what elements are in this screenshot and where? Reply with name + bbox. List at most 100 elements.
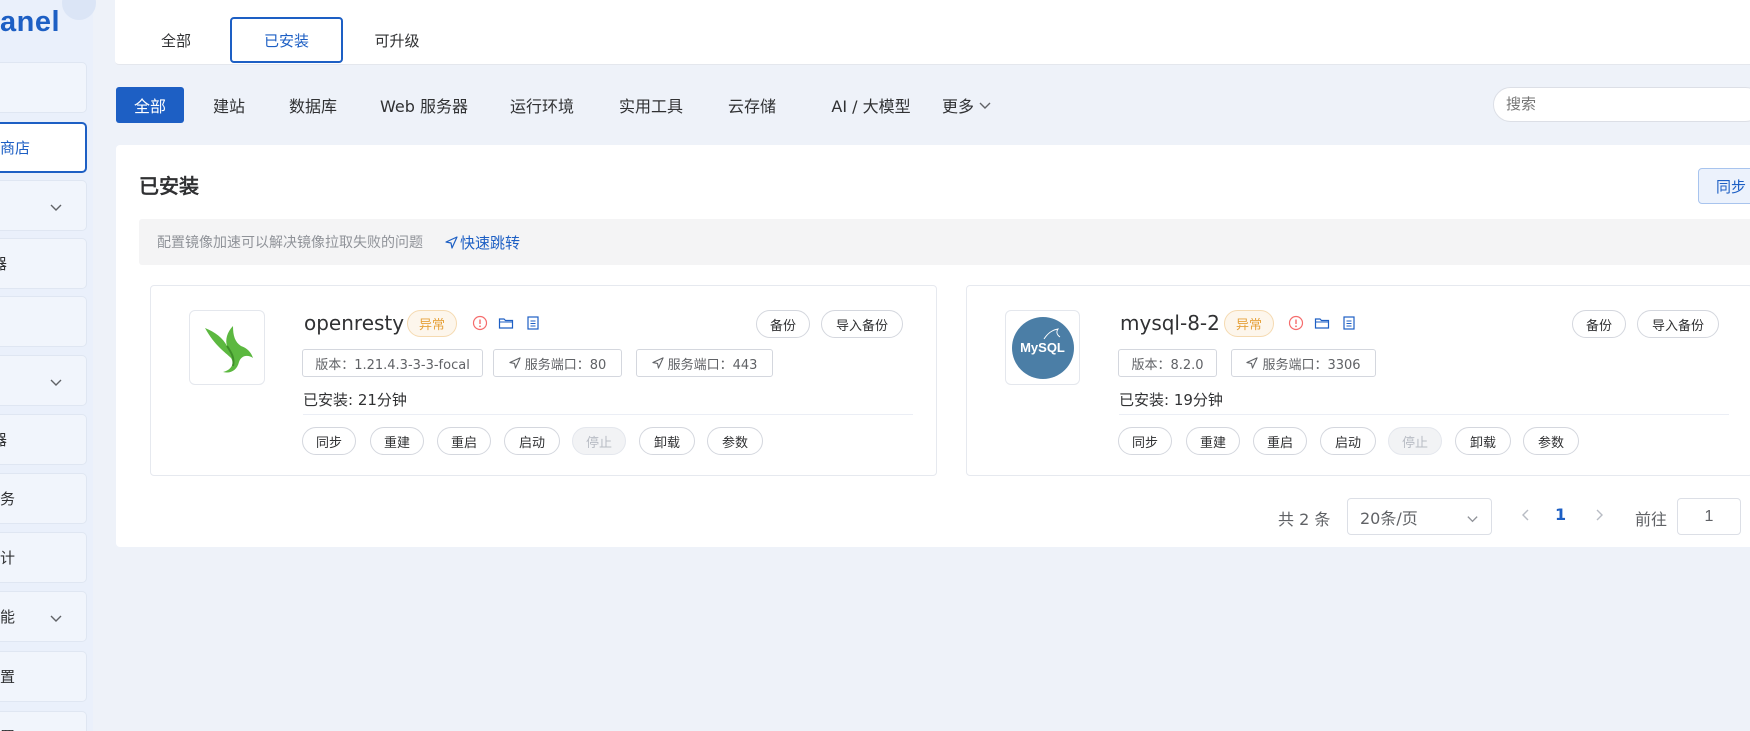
page-title: 已安装 bbox=[139, 174, 199, 198]
document-icon[interactable] bbox=[1341, 315, 1357, 331]
sidebar-item-label: 置 bbox=[0, 668, 16, 686]
quick-jump-label: 快速跳转 bbox=[460, 233, 521, 252]
divider bbox=[1119, 414, 1729, 415]
sidebar-item-3[interactable]: 器 bbox=[0, 238, 87, 289]
rebuild-button[interactable]: 重建 bbox=[1186, 427, 1240, 455]
logo-decoration bbox=[62, 0, 96, 20]
sidebar-item-cron[interactable]: 计 bbox=[0, 532, 87, 583]
sync-button[interactable]: 同步 bbox=[302, 427, 356, 455]
params-button[interactable]: 参数 bbox=[1523, 427, 1579, 455]
mysql-logo: MySQL bbox=[1005, 310, 1080, 385]
mysql-logo-text: MySQL bbox=[1020, 340, 1065, 355]
navigation-icon bbox=[445, 235, 458, 249]
chevron-down-icon bbox=[50, 615, 62, 622]
sidebar-item-label: 置 bbox=[0, 726, 15, 731]
folder-icon[interactable] bbox=[1314, 315, 1330, 331]
category-more[interactable]: 更多 bbox=[942, 87, 1000, 123]
tab-installed[interactable]: 已安装 bbox=[230, 17, 343, 63]
port-label: 服务端口：80 bbox=[524, 357, 607, 373]
category-website[interactable]: 建站 bbox=[203, 87, 255, 123]
app-card-openresty: openresty 异常 备份 导入备份 版本：1.21.4.3-3-3-foc… bbox=[150, 285, 937, 476]
tab-all[interactable]: 全部 bbox=[134, 17, 218, 63]
sidebar-item-label: 计 bbox=[0, 549, 16, 567]
pagination-total: 共 2 条 bbox=[1278, 510, 1331, 529]
app-name: mysql-8-2 bbox=[1120, 311, 1220, 335]
chevron-down-icon bbox=[1467, 516, 1478, 523]
stop-button[interactable]: 停止 bbox=[1388, 427, 1442, 455]
page-size-select[interactable]: 20条/页 bbox=[1347, 498, 1492, 535]
category-database[interactable]: 数据库 bbox=[283, 87, 343, 123]
status-badge: 异常 bbox=[1224, 310, 1274, 337]
page-size-value: 20条/页 bbox=[1360, 508, 1418, 528]
start-button[interactable]: 启动 bbox=[1320, 427, 1376, 455]
port-label: 服务端口：443 bbox=[667, 357, 758, 373]
sidebar-item-features[interactable]: 能 bbox=[0, 591, 87, 642]
category-all[interactable]: 全部 bbox=[116, 87, 184, 123]
installed-time: 已安装: 21分钟 bbox=[303, 391, 407, 409]
start-button[interactable]: 启动 bbox=[504, 427, 560, 455]
port-label: 服务端口：3306 bbox=[1262, 357, 1361, 373]
openresty-logo bbox=[189, 310, 265, 385]
prev-page-icon[interactable] bbox=[1519, 507, 1533, 523]
sidebar-item-5[interactable] bbox=[0, 355, 87, 406]
sidebar: anel 商店 器 器 务 计 能 置 置 bbox=[0, 0, 96, 731]
category-ai[interactable]: AI / 大模型 bbox=[816, 87, 926, 123]
sidebar-item-11[interactable]: 置 bbox=[0, 711, 87, 731]
sidebar-item-label: 器 bbox=[0, 253, 7, 274]
import-backup-button[interactable]: 导入备份 bbox=[821, 310, 903, 338]
sidebar-item-label: 商店 bbox=[0, 139, 31, 157]
port-tag[interactable]: 服务端口：3306 bbox=[1231, 349, 1376, 377]
goto-page-input[interactable] bbox=[1677, 498, 1741, 535]
sync-button[interactable]: 同步 bbox=[1698, 168, 1750, 204]
sidebar-item-settings[interactable]: 置 bbox=[0, 651, 87, 702]
stop-button[interactable]: 停止 bbox=[572, 427, 626, 455]
dolphin-icon bbox=[1043, 327, 1060, 339]
category-more-label: 更多 bbox=[942, 97, 975, 116]
sidebar-item-tasks[interactable]: 务 bbox=[0, 473, 87, 524]
port-tag[interactable]: 服务端口：80 bbox=[493, 349, 622, 377]
quick-jump-link[interactable]: 快速跳转 bbox=[445, 232, 520, 253]
tab-bar: 全部 已安装 可升级 bbox=[115, 0, 1750, 65]
error-info-icon[interactable] bbox=[1288, 315, 1304, 331]
backup-button[interactable]: 备份 bbox=[756, 310, 810, 338]
sidebar-item-overview[interactable] bbox=[0, 62, 87, 113]
document-icon[interactable] bbox=[525, 315, 541, 331]
sidebar-item-6[interactable]: 器 bbox=[0, 414, 87, 465]
chevron-down-icon bbox=[50, 204, 62, 211]
sidebar-item-label: 器 bbox=[0, 429, 7, 450]
installed-time: 已安装: 19分钟 bbox=[1119, 391, 1223, 409]
installed-panel: 已安装 同步 配置镜像加速可以解决镜像拉取失败的问题 快速跳转 openrest… bbox=[116, 145, 1750, 547]
uninstall-button[interactable]: 卸载 bbox=[639, 427, 695, 455]
navigation-icon bbox=[509, 357, 521, 369]
sidebar-item-websites[interactable] bbox=[0, 180, 87, 231]
search-input[interactable] bbox=[1493, 87, 1750, 122]
category-tools[interactable]: 实用工具 bbox=[614, 87, 688, 123]
import-backup-button[interactable]: 导入备份 bbox=[1637, 310, 1719, 338]
uninstall-button[interactable]: 卸载 bbox=[1455, 427, 1511, 455]
category-storage[interactable]: 云存储 bbox=[722, 87, 782, 123]
category-runtime[interactable]: 运行环境 bbox=[505, 87, 579, 123]
rebuild-button[interactable]: 重建 bbox=[370, 427, 424, 455]
folder-icon[interactable] bbox=[498, 315, 514, 331]
sidebar-item-app-store[interactable]: 商店 bbox=[0, 122, 87, 173]
restart-button[interactable]: 重启 bbox=[437, 427, 491, 455]
params-button[interactable]: 参数 bbox=[707, 427, 763, 455]
logo: anel bbox=[0, 6, 61, 38]
page-number-current[interactable]: 1 bbox=[1555, 505, 1566, 524]
divider bbox=[303, 414, 913, 415]
backup-button[interactable]: 备份 bbox=[1572, 310, 1626, 338]
sidebar-item-label: 务 bbox=[0, 490, 16, 508]
version-tag: 版本：8.2.0 bbox=[1118, 349, 1217, 377]
navigation-icon bbox=[1246, 357, 1259, 369]
navigation-icon bbox=[651, 357, 664, 369]
sync-button[interactable]: 同步 bbox=[1118, 427, 1172, 455]
goto-label: 前往 bbox=[1635, 510, 1668, 529]
error-info-icon[interactable] bbox=[472, 315, 488, 331]
sidebar-item-4[interactable] bbox=[0, 296, 87, 347]
tab-upgradable[interactable]: 可升级 bbox=[355, 17, 439, 63]
version-tag: 版本：1.21.4.3-3-3-focal bbox=[302, 349, 483, 377]
port-tag[interactable]: 服务端口：443 bbox=[636, 349, 773, 377]
category-web-server[interactable]: Web 服务器 bbox=[376, 87, 472, 123]
next-page-icon[interactable] bbox=[1592, 507, 1606, 523]
restart-button[interactable]: 重启 bbox=[1253, 427, 1307, 455]
